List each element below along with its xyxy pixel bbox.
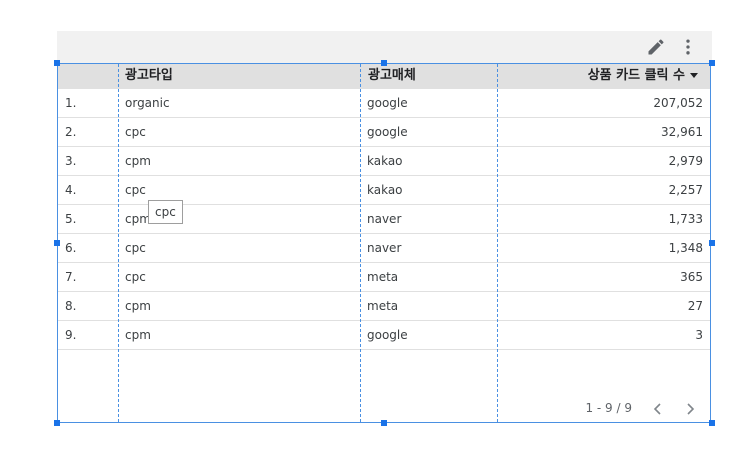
data-table[interactable]: 광고타입 광고매체 상품 카드 클릭 수 1. organic google 2… [57,63,711,423]
cell-clicks: 2,979 [668,154,703,168]
cell-clicks: 365 [680,270,703,284]
table-row[interactable]: 3. cpm kakao 2,979 [58,147,710,176]
row-index: 4. [65,183,77,197]
cell-ad-type: cpc [125,183,146,197]
resize-handle-bottom-left[interactable] [54,420,60,426]
row-index: 5. [65,212,77,226]
row-index: 1. [65,96,77,110]
resize-handle-right[interactable] [709,240,715,246]
table-row[interactable]: 7. cpc meta 365 [58,263,710,292]
pencil-icon[interactable] [646,37,666,57]
row-index: 3. [65,154,77,168]
cell-clicks: 32,961 [661,125,703,139]
cell-ad-type: cpm [125,299,151,313]
row-index: 9. [65,328,77,342]
cell-clicks: 2,257 [668,183,703,197]
resize-handle-top[interactable] [381,60,387,66]
pagination: 1 - 9 / 9 [510,398,710,420]
cell-ad-media: google [367,125,408,139]
cell-ad-media: naver [367,212,402,226]
cell-ad-media: google [367,328,408,342]
header-clicks-label: 상품 카드 클릭 수 [587,68,685,83]
row-index: 6. [65,241,77,255]
cell-clicks: 1,733 [668,212,703,226]
table-row[interactable]: 9. cpm google 3 [58,321,710,350]
cell-ad-type: cpc [125,125,146,139]
resize-handle-top-right[interactable] [709,60,715,66]
table-row[interactable]: 8. cpm meta 27 [58,292,710,321]
cell-ad-type: cpc [125,270,146,284]
column-resize-guide[interactable] [497,64,498,422]
cell-ad-media: kakao [367,183,403,197]
cell-ad-media: google [367,96,408,110]
cell-clicks: 207,052 [653,96,703,110]
resize-handle-top-left[interactable] [54,60,60,66]
chevron-right-icon[interactable] [682,401,698,417]
table-row[interactable]: 6. cpc naver 1,348 [58,234,710,263]
chevron-left-icon[interactable] [650,401,666,417]
cell-ad-media: kakao [367,154,403,168]
cell-ad-type: organic [125,96,170,110]
sort-descending-icon[interactable] [690,73,698,78]
cell-ad-type: cpm [125,328,151,342]
row-index: 7. [65,270,77,284]
cell-ad-media: meta [367,270,399,284]
cell-ad-type: cpc [125,241,146,255]
table-header: 광고타입 광고매체 상품 카드 클릭 수 [58,64,710,89]
cell-tooltip: cpc [148,200,183,224]
cell-ad-type: cpm [125,154,151,168]
column-resize-guide[interactable] [118,64,119,422]
cell-clicks: 27 [687,299,703,313]
more-vert-icon[interactable] [678,37,698,57]
resize-handle-bottom[interactable] [381,420,387,426]
table-row[interactable]: 1. organic google 207,052 [58,89,710,118]
header-product-card-clicks[interactable]: 상품 카드 클릭 수 [588,64,698,89]
resize-handle-left[interactable] [54,240,60,246]
table-row[interactable]: 2. cpc google 32,961 [58,118,710,147]
column-resize-guide[interactable] [360,64,361,422]
report-canvas: 광고타입 광고매체 상품 카드 클릭 수 1. organic google 2… [0,0,755,470]
cell-ad-media: naver [367,241,402,255]
cell-clicks: 1,348 [668,241,703,255]
chart-toolbar [57,31,712,63]
header-ad-type[interactable]: 광고타입 [125,64,173,89]
row-index: 2. [65,125,77,139]
cell-clicks: 3 [695,328,703,342]
row-index: 8. [65,299,77,313]
header-ad-media[interactable]: 광고매체 [368,64,416,89]
cell-ad-media: meta [367,299,399,313]
resize-handle-bottom-right[interactable] [709,420,715,426]
pagination-range: 1 - 9 / 9 [585,401,632,415]
